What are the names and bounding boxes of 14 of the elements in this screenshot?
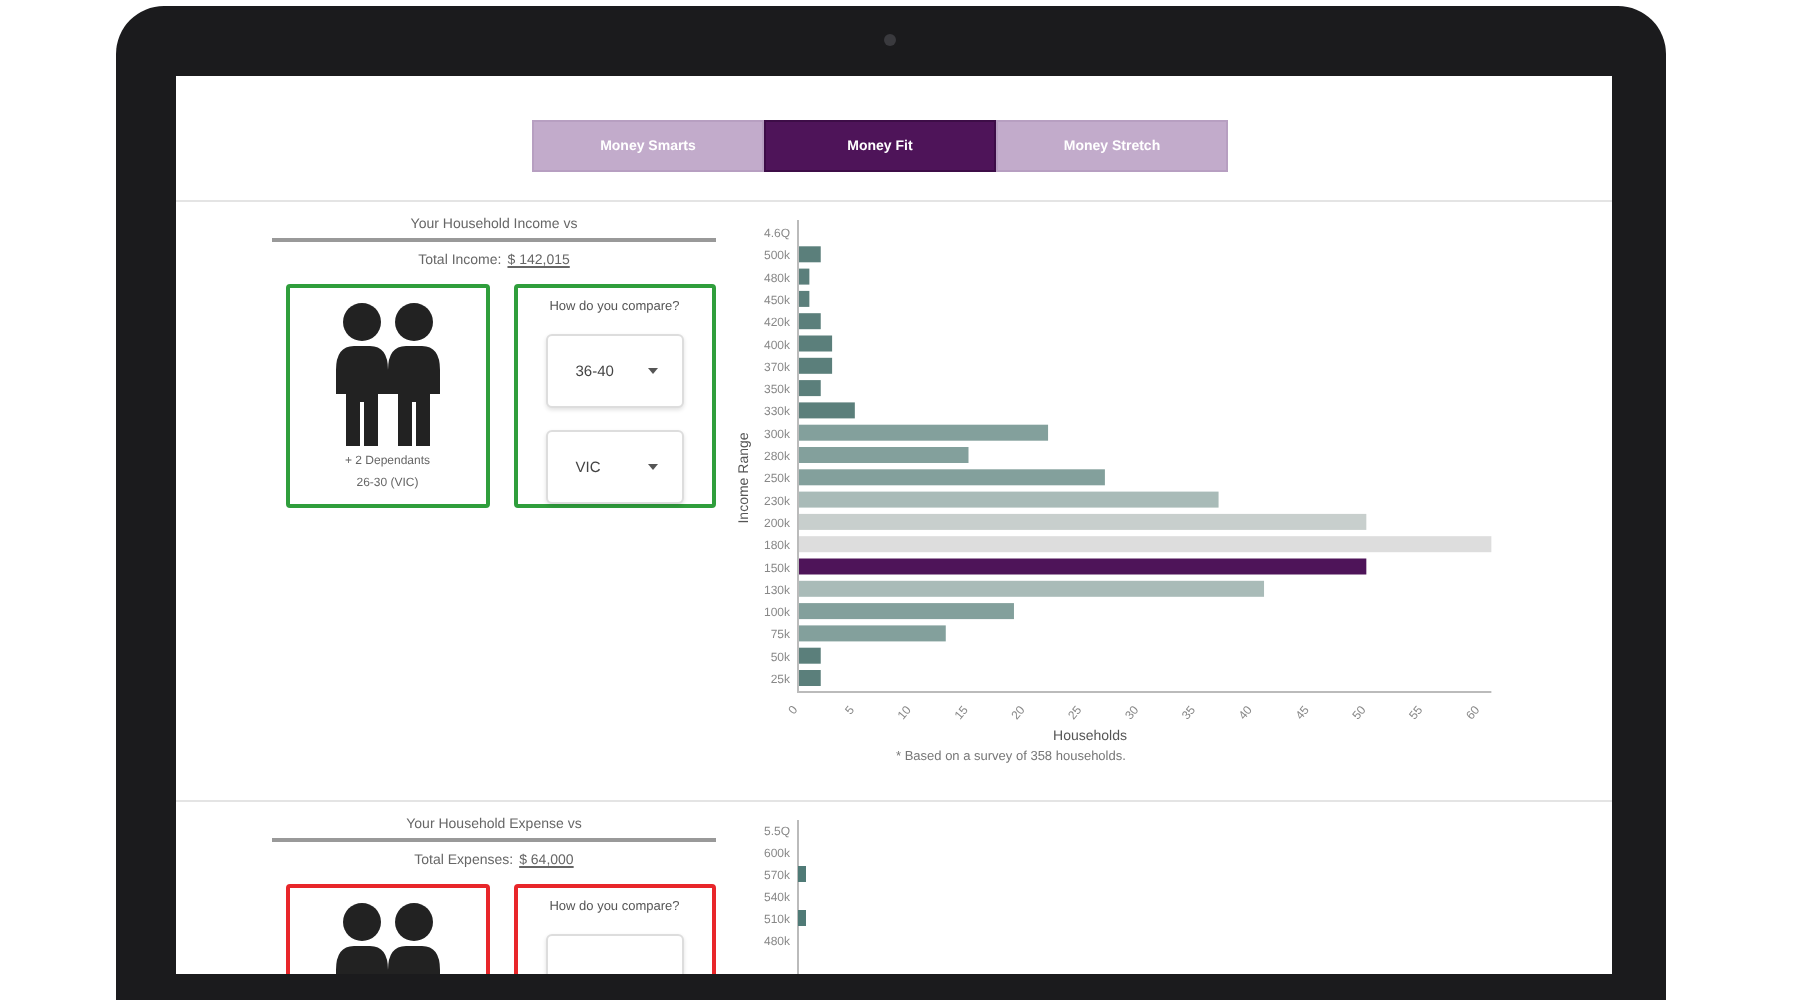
bar (798, 268, 810, 285)
bar (798, 380, 821, 397)
people-icon (331, 302, 444, 446)
bar (798, 670, 821, 686)
bar (798, 335, 833, 352)
bar (798, 402, 855, 419)
camera-icon (884, 34, 896, 46)
caret-icon (647, 464, 658, 470)
bar (798, 357, 833, 374)
caret-icon (647, 368, 658, 374)
bar (798, 290, 810, 307)
bar (798, 647, 821, 664)
bar (798, 313, 821, 330)
bar (798, 246, 821, 263)
